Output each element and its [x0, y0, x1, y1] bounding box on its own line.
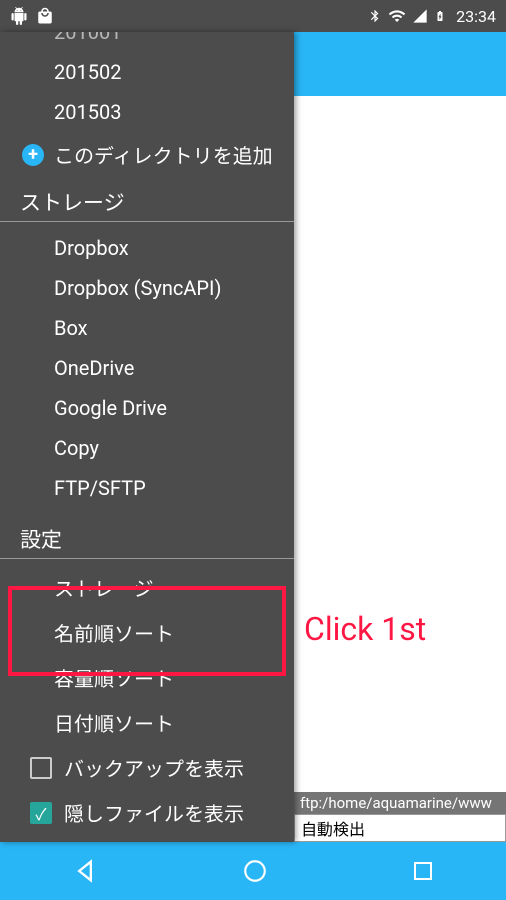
show-backup-toggle[interactable]: バックアップを表示: [0, 745, 294, 790]
home-icon[interactable]: [242, 858, 268, 884]
storage-copy[interactable]: Copy: [0, 428, 294, 468]
recent-dir-item[interactable]: 201503: [0, 92, 294, 132]
wifi-icon: [388, 7, 406, 25]
storage-dropbox-sync[interactable]: Dropbox (SyncAPI): [0, 268, 294, 308]
bluetooth-icon: [368, 9, 382, 23]
signal-icon: [412, 8, 428, 24]
plus-icon: +: [22, 144, 44, 166]
recents-icon[interactable]: [411, 859, 435, 883]
checkbox-unchecked-icon: [30, 757, 52, 779]
battery-icon: [434, 7, 446, 25]
storage-box[interactable]: Box: [0, 308, 294, 348]
encoding-select[interactable]: 自動検出: [294, 814, 506, 842]
status-bar: 23:34: [0, 0, 506, 32]
show-hidden-toggle[interactable]: ✓ 隠しファイルを表示: [0, 790, 294, 835]
settings-storage[interactable]: ストレージ: [0, 565, 294, 610]
add-directory-button[interactable]: + このディレクトリを追加: [0, 132, 294, 177]
settings-sort-name[interactable]: 名前順ソート: [0, 610, 294, 655]
store-icon: [36, 7, 54, 25]
settings-sort-date[interactable]: 日付順ソート: [0, 700, 294, 745]
settings-sort-size[interactable]: 容量順ソート: [0, 655, 294, 700]
storage-onedrive[interactable]: OneDrive: [0, 348, 294, 388]
settings-header: 設定: [0, 514, 294, 559]
path-bar: ftp:/home/aquamarine/www: [294, 792, 506, 814]
annotation-label: Click 1st: [304, 610, 426, 648]
show-backup-label: バックアップを表示: [64, 753, 244, 782]
navigation-drawer: 201001 201502 201503 + このディレクトリを追加 ストレージ…: [0, 32, 294, 842]
checkbox-checked-icon: ✓: [30, 802, 52, 824]
storage-header: ストレージ: [0, 177, 294, 222]
system-nav-bar: [0, 842, 506, 900]
storage-googledrive[interactable]: Google Drive: [0, 388, 294, 428]
clock-text: 23:34: [456, 7, 496, 26]
recent-dir-item[interactable]: 201001: [0, 32, 294, 52]
storage-ftp[interactable]: FTP/SFTP: [0, 468, 294, 508]
back-icon[interactable]: [71, 857, 99, 885]
recent-dir-item[interactable]: 201502: [0, 52, 294, 92]
android-icon: [10, 7, 28, 25]
storage-dropbox[interactable]: Dropbox: [0, 228, 294, 268]
show-hidden-label: 隠しファイルを表示: [64, 798, 244, 827]
add-directory-label: このディレクトリを追加: [54, 140, 273, 169]
